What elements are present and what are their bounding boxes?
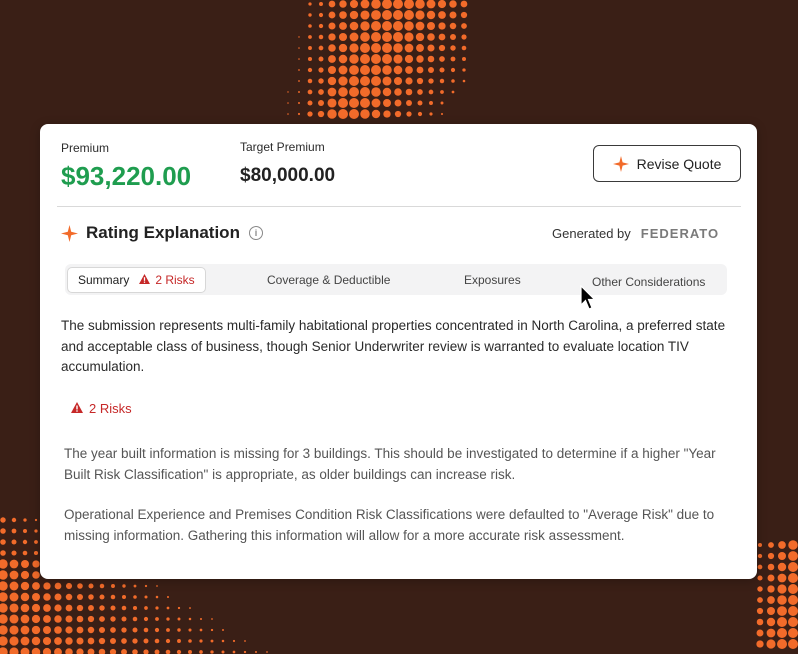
premium-label: Premium [61,141,110,155]
divider [57,206,741,207]
warning-icon [139,273,151,287]
target-premium-block: Target Premium $80,000.00 [240,140,335,187]
revise-quote-button[interactable]: Revise Quote [593,145,741,182]
warning-icon [71,401,83,416]
info-icon[interactable]: i [248,226,263,240]
risk-badge-label: 2 Risks [155,273,195,287]
revise-quote-label: Revise Quote [636,155,722,172]
target-premium-value: $80,000.00 [240,165,336,186]
rating-card: Premium $93,220.00 Target Premium $80,00… [40,124,757,579]
tab-summary-label: Summary [78,273,130,287]
risk-item: The year built information is missing fo… [64,446,716,482]
risks-heading-label: 2 Risks [89,401,132,416]
tab-other-considerations[interactable]: Other Considerations [592,266,705,297]
rating-explanation-heading: Rating Explanation i [61,223,263,243]
tab-summary[interactable]: Summary 2 Risks [67,267,206,293]
summary-text: The submission represents multi-family h… [61,318,726,374]
risks-heading: 2 Risks [71,401,132,416]
rating-explanation-title: Rating Explanation [86,223,240,242]
federato-logo: FEDERATO [640,226,720,241]
generated-by: Generated by FEDERATO [552,226,719,241]
tab-coverage-deductible[interactable]: Coverage & Deductible [267,264,390,295]
target-premium-label: Target Premium [240,140,325,154]
mouse-cursor-icon [580,284,596,316]
generated-by-label: Generated by [552,226,631,241]
tab-exposures[interactable]: Exposures [464,264,521,295]
sparkle-icon [612,155,629,172]
tab-bar: Summary 2 Risks Coverage & Deductible Ex… [65,264,727,295]
risk-badge: 2 Risks [139,273,195,287]
risk-item: Operational Experience and Premises Cond… [64,507,715,543]
premium-value: $93,220.00 [61,161,192,191]
sparkle-icon [61,224,78,242]
premium-block: Premium $93,220.00 [61,141,191,192]
